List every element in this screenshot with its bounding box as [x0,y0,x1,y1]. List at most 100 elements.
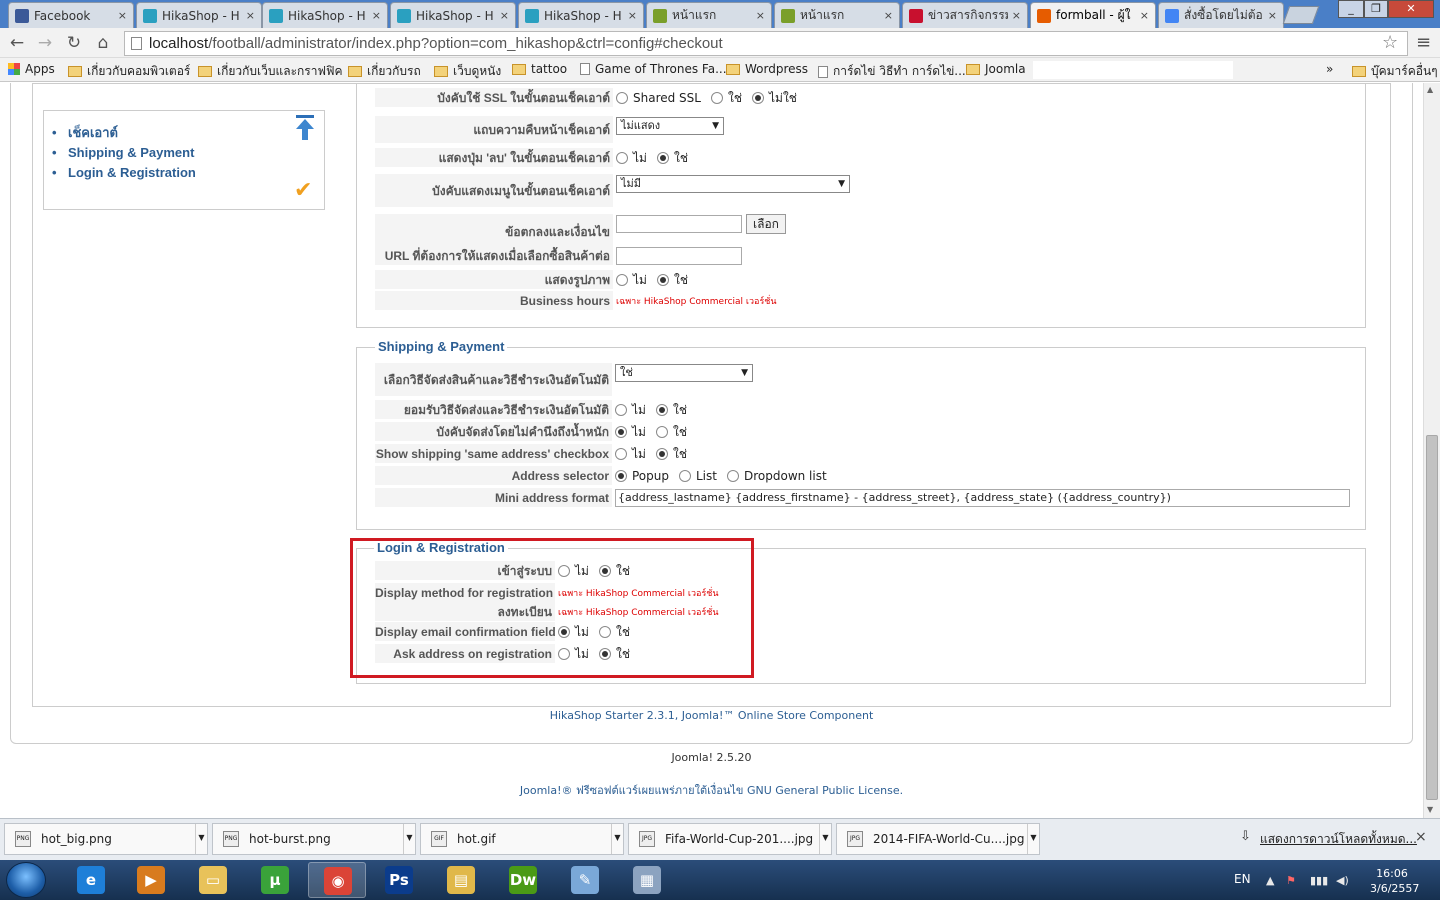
radio-option[interactable]: Popup [615,469,669,483]
taskbar-app-dreamweaver[interactable]: Dw [494,862,552,898]
radio-button[interactable] [615,470,627,482]
dropdown-select[interactable]: ไม่แสดง [616,117,724,135]
text-input[interactable] [616,247,742,265]
browser-tab[interactable]: formball - ผู้ใ × [1030,2,1156,28]
download-item[interactable]: JPG 2014-FIFA-World-Cu....jpg ▼ [836,823,1040,855]
download-menu-chevron-icon[interactable]: ▼ [819,824,831,854]
download-menu-chevron-icon[interactable]: ▼ [611,824,623,854]
browser-tab[interactable]: HikaShop - H × [136,2,262,28]
radio-option[interactable]: ใช่ [655,445,687,464]
download-menu-chevron-icon[interactable]: ▼ [195,824,207,854]
minimize-button[interactable]: _ [1338,0,1364,18]
taskbar-app-internet-explorer[interactable]: e [62,862,120,898]
tray-volume-icon[interactable]: ◀) [1336,874,1349,887]
tab-close-icon[interactable]: × [500,9,509,22]
scroll-down-icon[interactable]: ▼ [1427,805,1433,814]
bookmarks-more-button[interactable]: » [1326,62,1333,76]
radio-option[interactable]: ไม่ [615,401,646,420]
tab-close-icon[interactable]: × [756,9,765,22]
bookmark-item[interactable]: Wordpress [726,62,808,76]
download-item[interactable]: JPG Fifa-World-Cup-201....jpg ▼ [628,823,832,855]
forward-icon[interactable]: → [34,32,56,54]
address-bar[interactable]: localhost/football/administrator/index.p… [124,31,1408,56]
browser-tab[interactable]: หน้าแรก × [646,2,772,28]
radio-option[interactable]: ใช่ [656,149,688,168]
bookmark-item[interactable]: Apps [8,62,55,76]
radio-button[interactable] [656,274,669,286]
download-item[interactable]: PNG hot_big.png ▼ [4,823,208,855]
browser-tab[interactable]: HikaShop - H × [262,2,388,28]
radio-button[interactable] [710,92,723,104]
radio-button[interactable] [616,274,628,286]
scroll-up-icon[interactable]: ▲ [1427,85,1433,94]
tab-close-icon[interactable]: × [1268,9,1277,22]
taskbar-app-calculator[interactable]: ▦ [618,862,676,898]
browser-tab[interactable]: สั่งซื้อโดยไม่ต้อ × [1158,2,1284,28]
radio-option[interactable]: ใช่ [710,89,742,108]
bookmark-item[interactable]: การ์ดไข่ วิธีทำ การ์ดไข่... [818,62,966,81]
download-item[interactable]: PNG hot-burst.png ▼ [212,823,416,855]
radio-button[interactable] [616,92,628,104]
reload-icon[interactable]: ↻ [63,32,85,54]
radio-option[interactable]: Dropdown list [726,469,827,483]
taskbar-app-media-player[interactable]: ▶ [122,862,180,898]
tray-clock[interactable]: 16:06 3/6/2557 [1370,866,1419,896]
radio-option[interactable]: ไม่ [616,271,647,290]
radio-option[interactable]: ไม่ใช่ [752,89,797,108]
radio-option[interactable]: ไม่ [615,423,646,442]
language-indicator[interactable]: EN [1234,872,1251,886]
radio-option[interactable]: ใช่ [655,401,687,420]
download-menu-chevron-icon[interactable]: ▼ [403,824,415,854]
radio-button[interactable] [679,470,691,482]
radio-option[interactable]: List [679,469,717,483]
radio-button[interactable] [655,404,668,416]
download-menu-chevron-icon[interactable]: ▼ [1027,824,1039,854]
radio-button[interactable] [655,426,668,438]
tray-flag-icon[interactable]: ⚑ [1286,874,1296,887]
chrome-menu-icon[interactable]: ≡ [1416,32,1431,53]
taskbar-app-file-explorer[interactable]: ▭ [184,862,242,898]
radio-option[interactable]: ไม่ [616,149,647,168]
bookmark-item[interactable]: เว็บดูหนัง [434,62,501,81]
tab-close-icon[interactable]: × [1140,9,1149,22]
tab-close-icon[interactable]: × [372,9,381,22]
bookmark-item[interactable]: เกี่ยวกับเว็บและกราฟฟิค [198,62,342,81]
taskbar-app-chrome[interactable]: ◉ [308,862,366,898]
dropdown-select[interactable]: ใช่ [615,364,753,382]
radio-button[interactable] [656,152,669,164]
tab-close-icon[interactable]: × [628,9,637,22]
radio-button[interactable] [616,152,628,164]
tray-expand-icon[interactable]: ▲ [1266,874,1274,887]
radio-option[interactable]: ไม่ [615,445,646,464]
back-icon[interactable]: ← [6,32,28,54]
maximize-button[interactable]: ❐ [1364,0,1388,18]
text-input[interactable] [616,215,742,233]
page-scrollbar[interactable]: ▲ ▼ [1423,83,1440,818]
bookmark-item[interactable]: เกี่ยวกับคอมพิวเตอร์ [68,62,190,81]
radio-button[interactable] [752,92,764,104]
radio-button[interactable] [655,448,668,460]
start-button[interactable] [6,862,46,898]
bookmark-item[interactable]: Game of Thrones Fa... [580,62,727,76]
taskbar-app-utorrent[interactable]: µ [246,862,304,898]
tab-close-icon[interactable]: × [118,9,127,22]
browser-tab[interactable]: HikaShop - H × [518,2,644,28]
bookmark-item[interactable]: เกี่ยวกับรถ [348,62,421,81]
browser-tab[interactable]: Facebook × [8,2,134,28]
taskbar-app-photoshop[interactable]: Ps [370,862,428,898]
radio-button[interactable] [615,426,627,438]
other-bookmarks[interactable]: บุ๊คมาร์คอื่นๆ [1352,62,1438,81]
radio-option[interactable]: ใช่ [655,423,687,442]
download-item[interactable]: GIF hot.gif ▼ [420,823,624,855]
taskbar-app-paint[interactable]: ✎ [556,862,614,898]
bookmark-star-icon[interactable]: ☆ [1382,32,1398,53]
radio-option[interactable]: ใช่ [656,271,688,290]
browser-tab[interactable]: HikaShop - H × [390,2,516,28]
gpl-link[interactable]: GNU General Public License. [747,784,903,797]
dropdown-select[interactable]: ไม่มี [616,175,850,193]
taskbar-app-folder[interactable]: ▤ [432,862,490,898]
tab-close-icon[interactable]: × [1012,9,1021,22]
tray-network-icon[interactable]: ▮▮▮ [1310,874,1328,887]
home-icon[interactable]: ⌂ [92,32,114,54]
browser-tab[interactable]: ข่าวสารกิจกรรม × [902,2,1028,28]
